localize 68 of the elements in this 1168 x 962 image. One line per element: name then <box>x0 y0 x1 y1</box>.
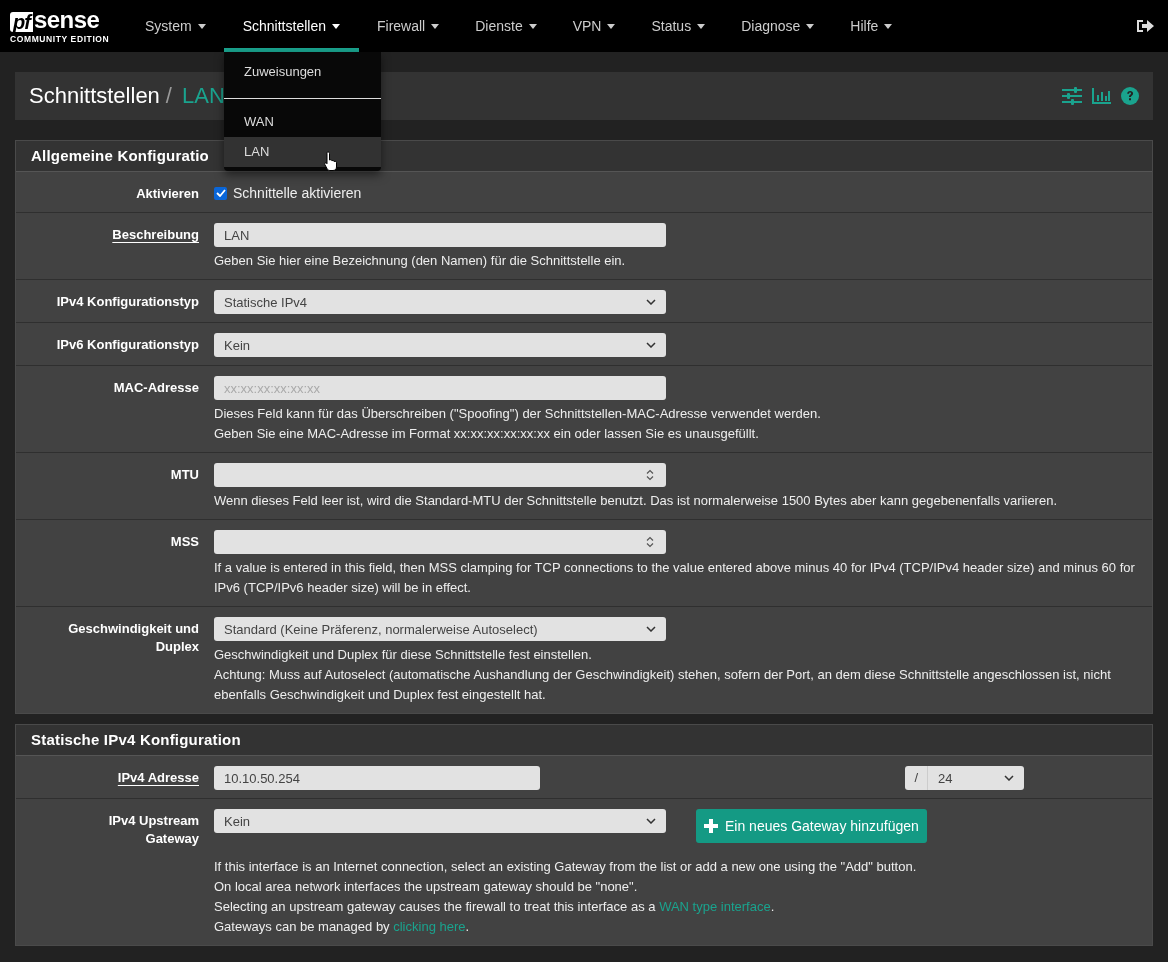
caret-icon <box>607 23 616 29</box>
caret-icon <box>806 23 815 29</box>
nav-menu-item[interactable]: Firewall <box>358 0 458 52</box>
logout-icon[interactable] <box>1136 18 1154 34</box>
help-text: Achtung: Muss auf Autoselect (automatische Aushandlung der Geschwindigkeit) stehen, sofern der Port, an dem diese Schnittstelle angeschlossen ist, nicht ebenfalls Geschwindigkeit und Duplex fest eingestellt hat. <box>214 666 1112 704</box>
chevron-down-icon <box>1004 775 1014 781</box>
help-text: On local area network interfaces the upstream gateway should be "none". <box>214 878 639 896</box>
nav-menu-item[interactable]: Diagnose <box>723 0 833 52</box>
add-gateway-button[interactable]: Ein neues Gateway hinzufügen <box>696 809 927 843</box>
checkbox[interactable] <box>214 186 227 200</box>
help-text: Selecting an upstream gateway causes the firewall to treat this interface as a WAN type interface. <box>214 898 776 916</box>
cidr-separator: / <box>905 766 928 790</box>
dropdown-item[interactable]: Zuweisungen <box>224 58 381 86</box>
caret-icon <box>697 23 706 29</box>
help-text: If this interface is an Internet connection, select an existing Gateway from the list or add a new one using the "Add" button. <box>214 858 918 876</box>
nav-menu-item[interactable]: VPN <box>554 0 634 52</box>
field-label: Beschreibung <box>112 227 199 242</box>
checkbox-label: Schnittelle aktivieren <box>233 185 362 201</box>
field-label: IPv4 Konfigurationstyp <box>56 294 199 309</box>
caret-icon <box>431 23 440 29</box>
caret-icon <box>197 23 206 29</box>
help-text: Geschwindigkeit und Duplex für diese Schnittstelle fest einstellen. <box>214 646 593 664</box>
help-icon[interactable] <box>1121 87 1139 105</box>
field-label: MSS <box>170 534 199 549</box>
nav-menu-item[interactable]: Dienste <box>457 0 555 52</box>
breadcrumb-separator: / <box>165 83 172 109</box>
help-text: Geben Sie eine MAC-Adresse im Format xx:xx:xx:xx:xx:xx ein oder lassen Sie es unausgefüllt. <box>214 425 760 443</box>
field-label: Geschwindigkeit und Duplex <box>68 621 199 654</box>
nav-menu-item[interactable]: Status <box>633 0 724 52</box>
page-title: LAN <box>182 83 225 109</box>
panel-title: Statische IPv4 Konfiguration <box>16 725 1152 756</box>
help-text: If a value is entered in this field, then MSS clamping for TCP connections to the value entered above minus 40 for IPv4 (TCP/IPv4 header size) and minus 60 for IPv6 (TCP/IPv6 header size) will be in effect. <box>214 559 1136 597</box>
input-field[interactable]: LAN <box>214 223 666 247</box>
caret-icon <box>884 23 893 29</box>
help-text: Wenn dieses Feld leer ist, wird die Standard-MTU der Schnittstelle benutzt. Das ist normalerweise 1500 Bytes aber kann gegebenenfalls variieren. <box>214 492 1059 510</box>
sliders-icon[interactable] <box>1062 87 1082 105</box>
select-field[interactable]: Standard (Keine Präferenz, normalerweise Autoselect) <box>214 617 666 641</box>
breadcrumb-section[interactable]: Schnittstellen <box>29 83 160 109</box>
dropdown-item[interactable]: LAN <box>224 137 381 167</box>
help-text: Geben Sie hier eine Bezeichnung (den Namen) für die Schnittstelle ein. <box>214 252 627 270</box>
nav-menu-item[interactable]: System <box>127 0 224 52</box>
chevron-down-icon <box>646 818 656 824</box>
spinner-icon <box>646 536 654 548</box>
bar-chart-icon[interactable] <box>1092 88 1111 104</box>
nav-menu-item[interactable]: Hilfe <box>832 0 911 52</box>
chevron-down-icon <box>646 342 656 348</box>
caret-icon <box>331 23 340 29</box>
select-field[interactable]: Kein <box>214 333 666 357</box>
help-text: Gateways can be managed by clicking here. <box>214 918 471 936</box>
field-label: IPv4 Upstream Gateway <box>108 813 199 846</box>
caret-icon <box>528 23 537 29</box>
select-field[interactable]: Statische IPv4 <box>214 290 666 314</box>
dropdown-item[interactable]: WAN <box>224 107 381 137</box>
input-field[interactable]: 10.10.50.254 <box>214 766 540 790</box>
chevron-down-icon <box>646 626 656 632</box>
field-label: IPv4 Adresse <box>117 770 199 785</box>
field-label: MAC-Adresse <box>113 380 199 395</box>
plus-icon <box>704 819 718 833</box>
field-label: IPv6 Konfigurationstyp <box>56 337 199 352</box>
field-label: Aktivieren <box>136 186 199 201</box>
select-field[interactable]: 24 <box>928 766 1024 790</box>
chevron-down-icon <box>646 299 656 305</box>
pfsense-logo[interactable]: pf sense COMMUNITY EDITION <box>0 0 127 52</box>
select-field[interactable]: Kein <box>214 809 666 833</box>
help-text: Dieses Feld kann für das Überschreiben ("Spoofing") der Schnittstellen-MAC-Adresse verwendet werden. <box>214 405 822 423</box>
input-field[interactable]: xx:xx:xx:xx:xx:xx <box>214 376 666 400</box>
spinner-icon <box>646 469 654 481</box>
field-label: MTU <box>170 467 199 482</box>
